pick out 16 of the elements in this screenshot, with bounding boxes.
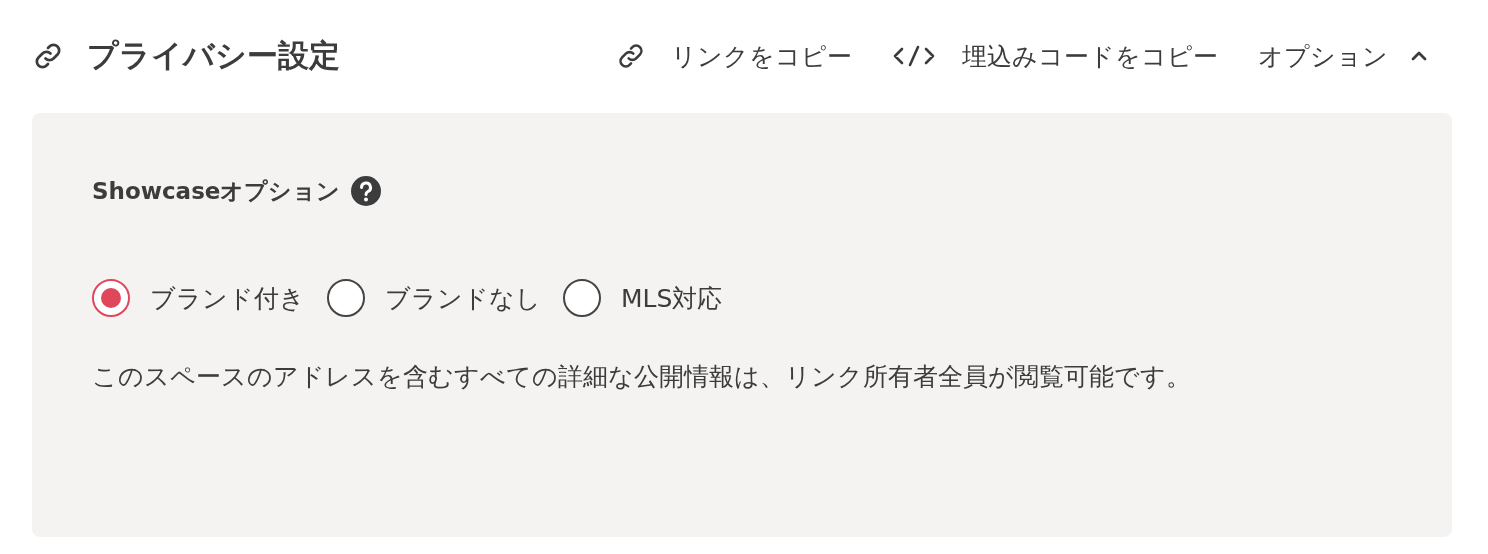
radio-option[interactable]: ブランド付き bbox=[92, 279, 305, 317]
radio-option[interactable]: MLS対応 bbox=[563, 279, 723, 317]
page-title: プライバシー設定 bbox=[87, 36, 340, 75]
radio-button[interactable] bbox=[327, 279, 365, 317]
code-icon bbox=[892, 45, 936, 67]
link-icon bbox=[617, 42, 645, 70]
copy-link-button[interactable]: リンクをコピー bbox=[617, 39, 852, 73]
radio-button[interactable] bbox=[563, 279, 601, 317]
options-toggle[interactable]: オプション bbox=[1258, 39, 1428, 73]
link-icon bbox=[33, 41, 63, 71]
help-icon[interactable] bbox=[350, 175, 383, 207]
radio-button[interactable] bbox=[92, 279, 130, 317]
section-heading: Showcaseオプション bbox=[92, 176, 341, 206]
copy-embed-code-button[interactable]: 埋込みコードをコピー bbox=[892, 39, 1218, 73]
radio-option[interactable]: ブランドなし bbox=[327, 279, 541, 317]
description-text: このスペースのアドレスを含むすべての詳細な公開情報は、リンク所有者全員が閲覧可能です。 bbox=[92, 361, 1192, 393]
